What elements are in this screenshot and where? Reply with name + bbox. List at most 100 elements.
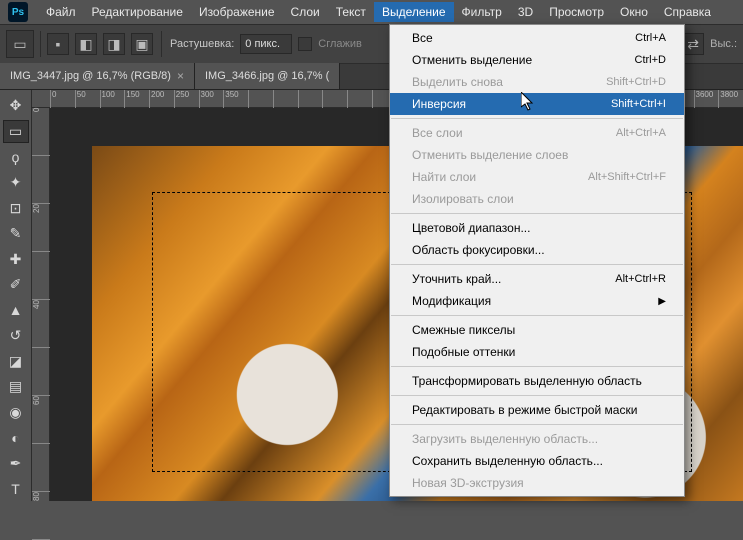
menu-item-label: Модификация bbox=[412, 294, 491, 308]
toolbox: ✥ ▭ ϙ ✦ ⊡ ✎ ✚ ✐ ▲ ↺ ◪ ▤ ◉ ◐ ✒ T bbox=[0, 90, 32, 501]
brush-tool-icon[interactable]: ✐ bbox=[3, 273, 29, 297]
document-tab[interactable]: IMG_3447.jpg @ 16,7% (RGB/8) × bbox=[0, 63, 195, 89]
ruler-tick: 20 bbox=[32, 204, 50, 252]
menu-изображение[interactable]: Изображение bbox=[191, 2, 283, 22]
menu-item-label: Отменить выделение слоев bbox=[412, 148, 568, 162]
menu-item-label: Выделить снова bbox=[412, 75, 503, 89]
menu-shortcut: Shift+Ctrl+D bbox=[606, 76, 666, 88]
add-selection-icon[interactable]: ◧ bbox=[75, 33, 97, 55]
menu-просмотр[interactable]: Просмотр bbox=[541, 2, 612, 22]
ruler-tick: 40 bbox=[32, 300, 50, 348]
menu-item: Выделить снова Shift+Ctrl+D bbox=[390, 71, 684, 93]
menu-файл[interactable]: Файл bbox=[38, 2, 84, 22]
ruler-tick: 0 bbox=[32, 108, 50, 156]
menu-separator bbox=[391, 213, 683, 214]
type-tool-icon[interactable]: T bbox=[3, 477, 29, 501]
menu-item-label: Уточнить край... bbox=[412, 272, 501, 286]
feather-input[interactable] bbox=[240, 34, 292, 54]
antialias-checkbox[interactable] bbox=[298, 37, 312, 51]
vertical-ruler: 020406080 bbox=[32, 108, 50, 501]
menu-shortcut: Alt+Shift+Ctrl+F bbox=[588, 171, 666, 183]
menu-item[interactable]: Редактировать в режиме быстрой маски bbox=[390, 399, 684, 421]
new-selection-icon[interactable]: ▪ bbox=[47, 33, 69, 55]
gradient-tool-icon[interactable]: ▤ bbox=[3, 375, 29, 399]
menu-item[interactable]: Подобные оттенки bbox=[390, 341, 684, 363]
menu-фильтр[interactable]: Фильтр bbox=[454, 2, 510, 22]
close-icon[interactable]: × bbox=[177, 69, 184, 83]
move-tool-icon[interactable]: ✥ bbox=[3, 94, 29, 118]
ruler-tick: 60 bbox=[32, 396, 50, 444]
menubar: Ps ФайлРедактированиеИзображениеСлоиТекс… bbox=[0, 0, 743, 24]
ruler-tick bbox=[347, 90, 372, 108]
magic-wand-tool-icon[interactable]: ✦ bbox=[3, 171, 29, 195]
tool-preset-icon[interactable]: ▭ bbox=[6, 30, 34, 58]
menu-item[interactable]: Модификация ▶ bbox=[390, 290, 684, 312]
ruler-tick: 80 bbox=[32, 492, 50, 540]
menu-shortcut: Ctrl+A bbox=[635, 32, 666, 44]
submenu-arrow-icon: ▶ bbox=[658, 296, 666, 307]
menu-item[interactable]: Уточнить край...Alt+Ctrl+R bbox=[390, 268, 684, 290]
menu-shortcut: Ctrl+D bbox=[635, 54, 666, 66]
blur-tool-icon[interactable]: ◉ bbox=[3, 401, 29, 425]
tab-title: IMG_3447.jpg @ 16,7% (RGB/8) bbox=[10, 70, 171, 82]
menu-item: Все слоиAlt+Ctrl+A bbox=[390, 122, 684, 144]
tab-title: IMG_3466.jpg @ 16,7% ( bbox=[205, 70, 329, 82]
pen-tool-icon[interactable]: ✒ bbox=[3, 452, 29, 476]
menu-справка[interactable]: Справка bbox=[656, 2, 719, 22]
menu-item: Загрузить выделенную область... bbox=[390, 428, 684, 450]
healing-brush-tool-icon[interactable]: ✚ bbox=[3, 247, 29, 271]
eyedropper-tool-icon[interactable]: ✎ bbox=[3, 222, 29, 246]
document-tab[interactable]: IMG_3466.jpg @ 16,7% ( bbox=[195, 63, 340, 89]
eraser-tool-icon[interactable]: ◪ bbox=[3, 350, 29, 374]
menu-3d[interactable]: 3D bbox=[510, 2, 541, 22]
menu-item: Отменить выделение слоев bbox=[390, 144, 684, 166]
menu-separator bbox=[391, 118, 683, 119]
ruler-tick bbox=[32, 348, 50, 396]
menu-выделение[interactable]: Выделение bbox=[374, 2, 454, 22]
menu-текст[interactable]: Текст bbox=[328, 2, 374, 22]
clone-stamp-tool-icon[interactable]: ▲ bbox=[3, 299, 29, 323]
menu-item-label: Область фокусировки... bbox=[412, 243, 545, 257]
menu-item[interactable]: Смежные пикселы bbox=[390, 319, 684, 341]
ruler-tick bbox=[248, 90, 273, 108]
menu-item-label: Подобные оттенки bbox=[412, 345, 515, 359]
menu-item[interactable]: ВсеCtrl+A bbox=[390, 27, 684, 49]
ruler-tick bbox=[298, 90, 323, 108]
menu-item[interactable]: Трансформировать выделенную область bbox=[390, 370, 684, 392]
ruler-tick: 3600 bbox=[694, 90, 719, 108]
menu-separator bbox=[391, 264, 683, 265]
selection-menu-dropdown: ВсеCtrl+AОтменить выделениеCtrl+DВыделит… bbox=[389, 24, 685, 497]
ruler-tick: 150 bbox=[124, 90, 149, 108]
app-logo: Ps bbox=[8, 2, 28, 22]
height-label: Выс.: bbox=[710, 38, 737, 50]
lasso-tool-icon[interactable]: ϙ bbox=[3, 145, 29, 169]
menu-shortcut: Shift+Ctrl+I bbox=[611, 98, 666, 110]
menu-item[interactable]: Область фокусировки... bbox=[390, 239, 684, 261]
ruler-tick: 50 bbox=[75, 90, 100, 108]
menu-separator bbox=[391, 424, 683, 425]
menu-item[interactable]: Отменить выделениеCtrl+D bbox=[390, 49, 684, 71]
link-icon[interactable]: ⇄ bbox=[682, 33, 704, 55]
menu-item-label: Цветовой диапазон... bbox=[412, 221, 530, 235]
ruler-tick: 200 bbox=[149, 90, 174, 108]
menu-item[interactable]: Сохранить выделенную область... bbox=[390, 450, 684, 472]
crop-tool-icon[interactable]: ⊡ bbox=[3, 196, 29, 220]
menu-редактирование[interactable]: Редактирование bbox=[84, 2, 191, 22]
subtract-selection-icon[interactable]: ◨ bbox=[103, 33, 125, 55]
ruler-tick: 300 bbox=[199, 90, 224, 108]
menu-слои[interactable]: Слои bbox=[283, 2, 328, 22]
intersect-selection-icon[interactable]: ▣ bbox=[131, 33, 153, 55]
history-brush-tool-icon[interactable]: ↺ bbox=[3, 324, 29, 348]
menu-item[interactable]: ИнверсияShift+Ctrl+I bbox=[390, 93, 684, 115]
ruler-tick: 100 bbox=[100, 90, 125, 108]
menu-item-label: Изолировать слои bbox=[412, 192, 514, 206]
menu-separator bbox=[391, 315, 683, 316]
dodge-tool-icon[interactable]: ◐ bbox=[3, 426, 29, 450]
menu-окно[interactable]: Окно bbox=[612, 2, 656, 22]
ruler-tick bbox=[322, 90, 347, 108]
ruler-tick bbox=[32, 156, 50, 204]
marquee-tool-icon[interactable]: ▭ bbox=[3, 120, 29, 144]
ruler-tick: 250 bbox=[174, 90, 199, 108]
ruler-tick: 350 bbox=[223, 90, 248, 108]
menu-item[interactable]: Цветовой диапазон... bbox=[390, 217, 684, 239]
